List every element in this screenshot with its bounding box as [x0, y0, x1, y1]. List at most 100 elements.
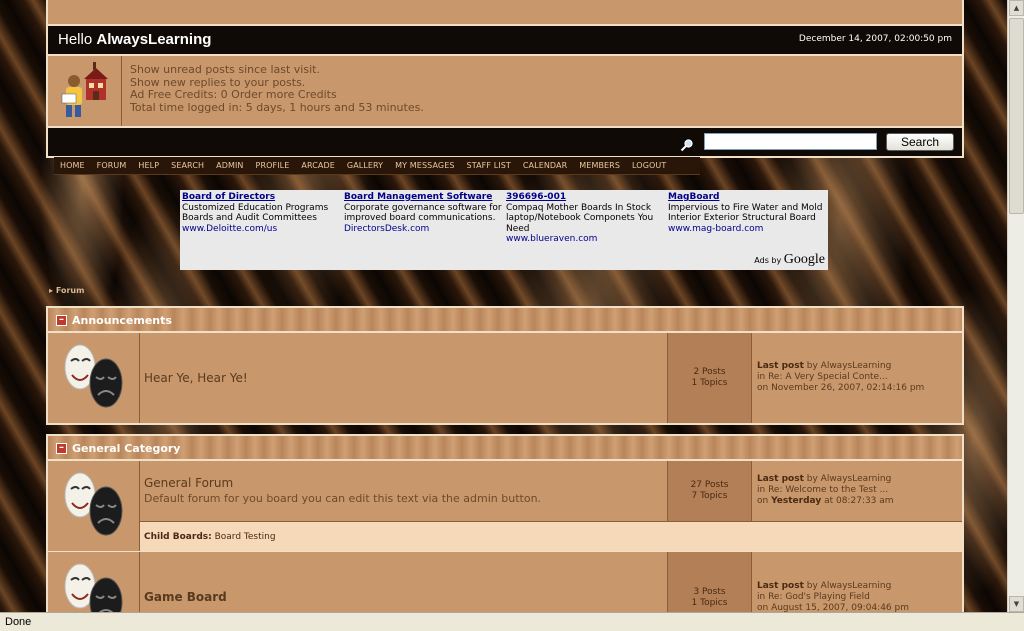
forum-title[interactable]: Hear Ye, Hear Ye!	[144, 371, 667, 385]
ad-text: Corporate governance software for improv…	[344, 202, 502, 224]
last-post-cell: Last post by AlwaysLearning in Re: A Ver…	[752, 333, 962, 423]
ad-item[interactable]: Board of Directors Customized Education …	[182, 192, 340, 234]
category-header-general[interactable]: – General Category	[46, 434, 964, 461]
reading-student-schoolhouse-icon	[61, 62, 108, 117]
child-boards-label: Child Boards:	[144, 532, 212, 542]
post-count: 27 Posts	[690, 480, 729, 490]
scroll-thumb[interactable]	[1009, 18, 1024, 214]
ad-url[interactable]: www.Deloitte.com/us	[182, 224, 340, 235]
nav-my-messages[interactable]: MY MESSAGES	[395, 161, 454, 170]
scroll-up-arrow-icon[interactable]: ▲	[1009, 0, 1024, 16]
ad-url[interactable]: DirectorsDesk.com	[344, 224, 502, 235]
ad-text: Compaq Mother Boards In Stock laptop/Not…	[506, 202, 654, 234]
greeting: Hello AlwaysLearning	[58, 31, 211, 48]
forum-title[interactable]: General Forum	[144, 476, 667, 490]
child-board-link[interactable]: Board Testing	[215, 532, 276, 542]
post-count: 3 Posts	[693, 587, 726, 597]
topic-count: 7 Topics	[691, 491, 728, 501]
minus-icon[interactable]: –	[56, 443, 67, 454]
theater-masks-icon	[64, 563, 123, 613]
forum-description: Default forum for you board you can edit…	[144, 492, 542, 505]
nav-help[interactable]: HELP	[138, 161, 159, 170]
minus-icon[interactable]: –	[56, 315, 67, 326]
vertical-scrollbar[interactable]: ▲ ▼	[1007, 0, 1024, 612]
user-info-lines: Show unread posts since last visit. Show…	[130, 63, 424, 114]
forum-icon-cell	[48, 552, 140, 613]
last-post-label[interactable]: Last post	[757, 474, 804, 484]
time-logged-in: Total time logged in: 5 days, 1 hours an…	[130, 100, 424, 114]
last-post-on-prefix: on	[757, 496, 769, 506]
ad-title[interactable]: Board of Directors	[182, 192, 340, 203]
forum-row: Hear Ye, Hear Ye! 2 Posts 1 Topics Last …	[48, 333, 962, 423]
browser-status-bar: Done	[0, 612, 1024, 631]
nav-admin[interactable]: ADMIN	[216, 161, 243, 170]
last-post-label[interactable]: Last post	[757, 581, 804, 591]
unread-posts-link[interactable]: Show unread posts since last visit.	[130, 63, 424, 77]
forum-info-cell: Game Board	[140, 552, 668, 613]
ads-by-label: Ads by	[754, 256, 782, 265]
last-post-topic[interactable]: in Re: A Very Special Conte...	[757, 372, 962, 383]
ad-title[interactable]: MagBoard	[668, 192, 826, 203]
last-post-topic[interactable]: in Re: God's Playing Field	[757, 592, 962, 603]
last-post-date: on November 26, 2007, 02:14:16 pm	[757, 383, 925, 393]
last-post-cell: Last post by AlwaysLearning in Re: God's…	[752, 552, 962, 613]
scroll-down-arrow-icon[interactable]: ▼	[1009, 596, 1024, 612]
nav-gallery[interactable]: GALLERY	[347, 161, 383, 170]
ad-item[interactable]: 396696-001 Compaq Mother Boards In Stock…	[506, 192, 664, 245]
nav-calendar[interactable]: CALENDAR	[523, 161, 567, 170]
nav-home[interactable]: HOME	[60, 161, 85, 170]
last-post-author[interactable]: by AlwaysLearning	[807, 581, 892, 591]
ad-text: Customized Education Programs Boards and…	[182, 202, 329, 224]
category-title[interactable]: Announcements	[72, 314, 172, 327]
forum-icon-cell	[48, 461, 140, 551]
ad-item[interactable]: MagBoard Impervious to Fire Water and Mo…	[668, 192, 826, 234]
ad-free-credits[interactable]: Ad Free Credits: 0 Order more Credits	[130, 88, 424, 102]
ads-by-google[interactable]: Ads by Google	[754, 252, 825, 268]
breadcrumb-forum[interactable]: Forum	[56, 286, 85, 295]
current-datetime: December 14, 2007, 02:00:50 pm	[798, 34, 952, 44]
ad-title[interactable]: 396696-001	[506, 192, 664, 203]
category-forums-general: General Forum Default forum for you boar…	[46, 461, 964, 613]
google-brand: Google	[783, 252, 825, 267]
ad-url[interactable]: www.blueraven.com	[506, 234, 664, 245]
ad-title[interactable]: Board Management Software	[344, 192, 502, 203]
search-button[interactable]: Search	[886, 133, 954, 151]
last-post-label[interactable]: Last post	[757, 361, 804, 371]
magnifier-icon	[680, 139, 693, 152]
username[interactable]: AlwaysLearning	[96, 31, 211, 48]
nav-search[interactable]: SEARCH	[171, 161, 204, 170]
forum-title[interactable]: Game Board	[144, 590, 667, 604]
last-post-author[interactable]: by AlwaysLearning	[807, 474, 892, 484]
child-boards-row: Child Boards: Board Testing	[140, 521, 962, 551]
last-post-day: Yesterday	[771, 496, 822, 506]
category-title[interactable]: General Category	[72, 442, 180, 455]
avatar	[48, 56, 122, 126]
breadcrumb-arrow-icon: ▸	[49, 286, 54, 295]
topic-count: 1 Topics	[691, 378, 728, 388]
ad-text: Impervious to Fire Water and Mold Interi…	[668, 202, 823, 224]
nav-members[interactable]: MEMBERS	[579, 161, 620, 170]
search-input[interactable]	[704, 133, 877, 150]
nav-profile[interactable]: PROFILE	[256, 161, 290, 170]
topic-count: 1 Topics	[691, 598, 728, 608]
forum-info-cell: General Forum Default forum for you boar…	[140, 461, 668, 521]
ad-item[interactable]: Board Management Software Corporate gove…	[344, 192, 502, 234]
top-banner	[46, 0, 964, 26]
nav-staff-list[interactable]: STAFF LIST	[467, 161, 511, 170]
ad-url[interactable]: www.mag-board.com	[668, 224, 826, 235]
breadcrumb: ▸ Forum	[49, 286, 84, 295]
nav-arcade[interactable]: ARCADE	[301, 161, 335, 170]
category-forums-announcements: Hear Ye, Hear Ye! 2 Posts 1 Topics Last …	[46, 333, 964, 425]
forum-info-cell: Hear Ye, Hear Ye!	[140, 333, 668, 423]
nav-forum[interactable]: FORUM	[97, 161, 127, 170]
theater-masks-icon	[64, 344, 123, 408]
ad-block: Board of Directors Customized Education …	[180, 190, 828, 270]
forum-row: Game Board 3 Posts 1 Topics Last post by…	[48, 551, 962, 613]
last-post-author[interactable]: by AlwaysLearning	[807, 361, 892, 371]
nav-logout[interactable]: LOGOUT	[632, 161, 666, 170]
theater-masks-icon	[64, 472, 123, 536]
forum-stats-cell: 27 Posts 7 Topics	[668, 461, 752, 521]
post-count: 2 Posts	[693, 367, 726, 377]
last-post-topic[interactable]: in Re: Welcome to the Test ...	[757, 485, 962, 496]
category-header-announcements[interactable]: – Announcements	[46, 306, 964, 333]
